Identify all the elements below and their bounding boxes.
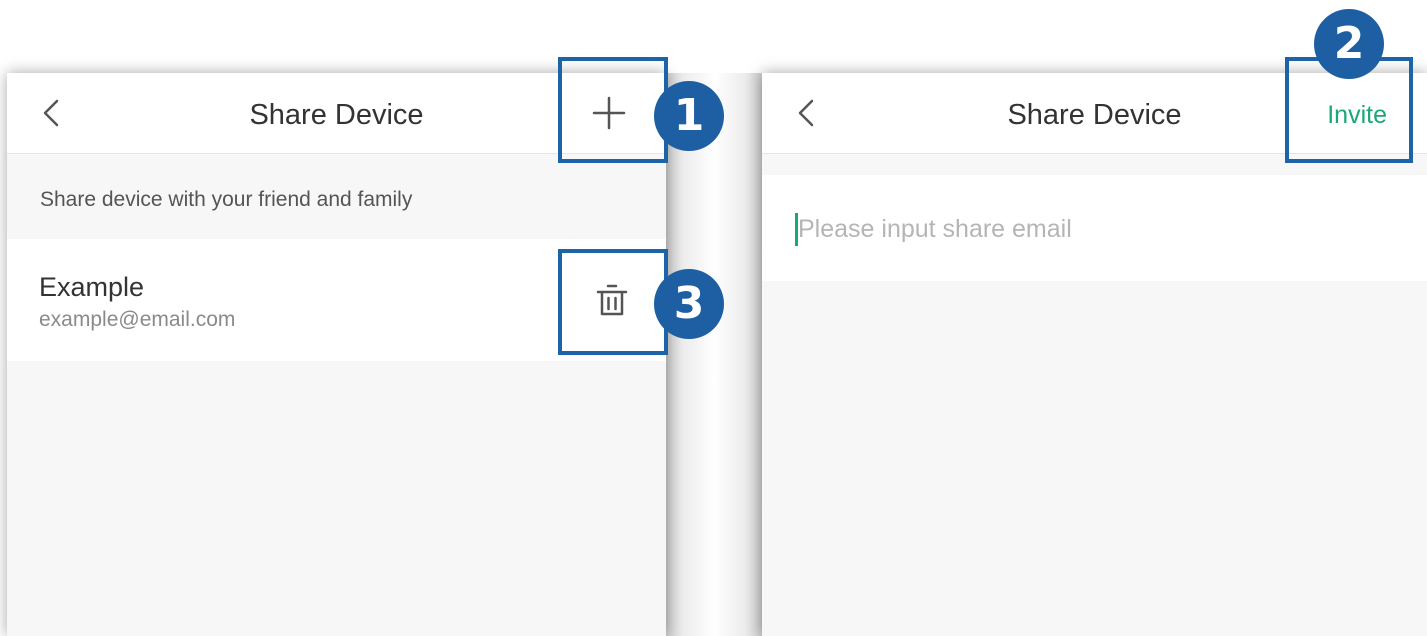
member-email: example@email.com <box>39 308 236 331</box>
step-badge-1: 1 <box>654 81 724 151</box>
callout-box-delete <box>558 249 668 355</box>
share-email-input[interactable] <box>798 209 1358 249</box>
member-name: Example <box>39 272 145 302</box>
section-description: Share device with your friend and family <box>40 188 413 211</box>
step-badge-2: 2 <box>1314 9 1384 79</box>
callout-box-add <box>558 57 668 163</box>
email-input-row <box>762 175 1427 281</box>
panel-gutter <box>666 73 762 636</box>
step-badge-3: 3 <box>654 269 724 339</box>
